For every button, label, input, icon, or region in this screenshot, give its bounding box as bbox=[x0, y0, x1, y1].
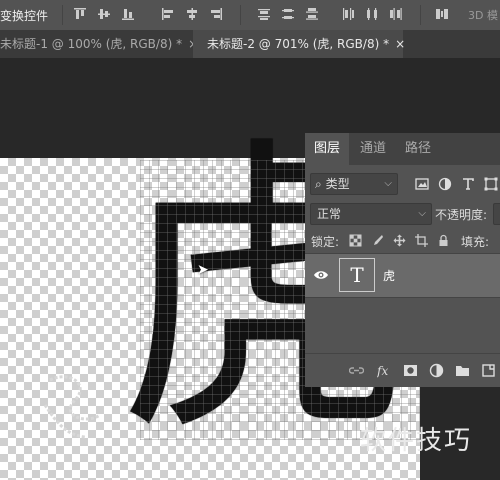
add-mask-icon[interactable] bbox=[403, 363, 418, 378]
align-vertical-center-icon[interactable] bbox=[96, 6, 112, 22]
distribute-top-icon[interactable] bbox=[256, 6, 272, 22]
move-cursor-icon: ➤ bbox=[197, 262, 209, 278]
search-icon: ⌕ bbox=[315, 177, 322, 191]
divider bbox=[62, 5, 63, 25]
lock-label: 锁定: bbox=[311, 235, 340, 249]
link-layers-icon[interactable] bbox=[349, 363, 364, 378]
pixel-layer-filter-icon[interactable] bbox=[415, 177, 429, 191]
options-bar: 变换控件 3D 模 bbox=[0, 0, 500, 30]
chevron-down-icon: ⌵ bbox=[418, 208, 426, 219]
align-left-icon[interactable] bbox=[160, 6, 176, 22]
blend-mode-select[interactable]: 正常 ⌵ bbox=[310, 203, 432, 225]
panel-tab-bar: 图层 通道 路径 bbox=[305, 133, 500, 165]
new-layer-icon[interactable] bbox=[481, 363, 496, 378]
tab-paths[interactable]: 路径 bbox=[405, 133, 431, 165]
lock-transparent-pixels-icon[interactable] bbox=[349, 234, 362, 247]
watermark-logo bbox=[43, 375, 101, 439]
layer-filter-select[interactable]: ⌕ 类型 ⌵ bbox=[310, 173, 398, 195]
align-bottom-icon[interactable] bbox=[120, 6, 136, 22]
lock-artboard-icon[interactable] bbox=[415, 234, 428, 247]
distribute-left-icon[interactable] bbox=[340, 6, 356, 22]
divider bbox=[240, 5, 241, 25]
tab-layers[interactable]: 图层 bbox=[305, 133, 349, 165]
shape-layer-filter-icon[interactable] bbox=[484, 177, 498, 191]
layer-style-fx-icon[interactable]: fx bbox=[377, 363, 392, 378]
layer-row-text[interactable]: T 虎 bbox=[305, 253, 500, 298]
align-right-icon[interactable] bbox=[208, 6, 224, 22]
distribute-bottom-icon[interactable] bbox=[304, 6, 320, 22]
lock-all-icon[interactable] bbox=[437, 234, 450, 247]
text-layer-t-icon: T bbox=[350, 263, 364, 287]
lock-image-pixels-icon[interactable] bbox=[371, 234, 384, 247]
distribute-horizontal-center-icon[interactable] bbox=[364, 6, 380, 22]
opacity-input[interactable] bbox=[493, 203, 500, 225]
auto-align-icon[interactable] bbox=[434, 6, 450, 22]
tab-label: 未标题-2 @ 701% (虎, RGB/8) * bbox=[207, 37, 390, 51]
lock-position-icon[interactable] bbox=[393, 234, 406, 247]
divider bbox=[420, 5, 421, 25]
watermark-text: 软件技巧 bbox=[360, 426, 473, 456]
fill-label: 填充: bbox=[461, 235, 490, 249]
text-layer-filter-icon[interactable] bbox=[461, 177, 475, 191]
distribute-vertical-center-icon[interactable] bbox=[280, 6, 296, 22]
adjustment-layer-filter-icon[interactable] bbox=[438, 177, 452, 191]
close-icon[interactable]: × bbox=[395, 37, 405, 51]
chevron-down-icon: ⌵ bbox=[384, 178, 392, 189]
panel-footer: fx bbox=[305, 353, 500, 387]
3d-mode-label: 3D 模 bbox=[468, 9, 498, 22]
layer-name[interactable]: 虎 bbox=[383, 267, 395, 284]
align-horizontal-center-icon[interactable] bbox=[184, 6, 200, 22]
new-adjustment-layer-icon[interactable] bbox=[429, 363, 444, 378]
opacity-label: 不透明度: bbox=[435, 208, 488, 222]
document-tab-2[interactable]: 未标题-2 @ 701% (虎, RGB/8) * × bbox=[193, 30, 405, 58]
align-top-icon[interactable] bbox=[72, 6, 88, 22]
tab-label: 未标题-1 @ 100% (虎, RGB/8) * bbox=[0, 37, 183, 51]
svg-text:fx: fx bbox=[377, 364, 388, 378]
tab-channels[interactable]: 通道 bbox=[360, 133, 386, 165]
filter-value: 类型 bbox=[325, 177, 350, 191]
layers-panel: 图层 通道 路径 ⌕ 类型 ⌵ 正常 ⌵ 不透明度: 锁定: 填充: T 虎 f… bbox=[305, 133, 500, 387]
distribute-right-icon[interactable] bbox=[388, 6, 404, 22]
text-layer-thumbnail: T bbox=[339, 258, 375, 292]
document-tab-1[interactable]: 未标题-1 @ 100% (虎, RGB/8) *× bbox=[0, 30, 198, 58]
visibility-eye-icon[interactable] bbox=[313, 267, 329, 283]
new-group-folder-icon[interactable] bbox=[455, 363, 470, 378]
blend-mode-value: 正常 bbox=[317, 207, 342, 221]
document-tab-bar: 未标题-1 @ 100% (虎, RGB/8) *× 未标题-2 @ 701% … bbox=[0, 30, 500, 58]
transform-controls-label[interactable]: 变换控件 bbox=[0, 7, 48, 24]
